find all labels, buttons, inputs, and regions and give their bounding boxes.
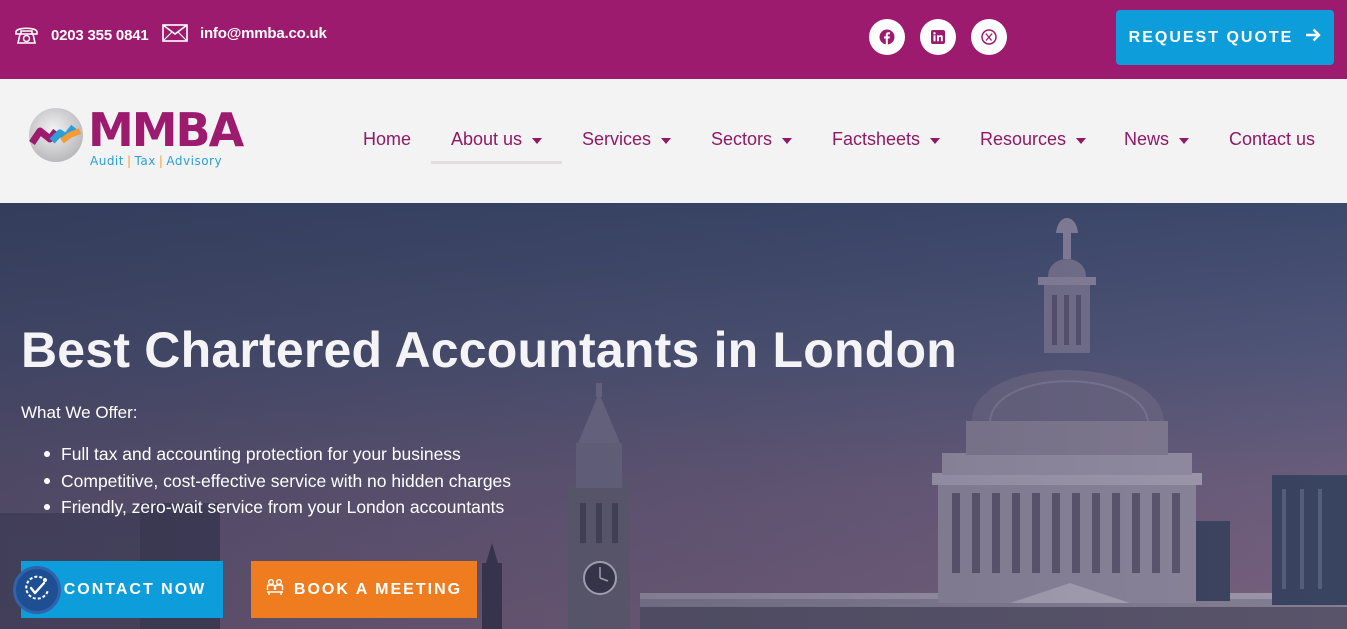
list-item: Full tax and accounting protection for y… <box>21 443 511 470</box>
logo-tagline: Audit | Tax | Advisory <box>90 154 223 168</box>
facebook-icon <box>879 29 895 45</box>
nav-item-resources[interactable]: Resources <box>980 129 1087 150</box>
nav-item-label: News <box>1124 129 1170 149</box>
book-meeting-label: BOOK A MEETING <box>293 580 463 598</box>
caret-down-icon <box>930 137 941 144</box>
hero-title: Best Chartered Accountants in London <box>21 322 957 378</box>
hero-section: Best Chartered Accountants in London Wha… <box>0 203 1347 629</box>
top-bar: 0203 355 0841 info@mmba.co.uk REQUEST QU… <box>0 0 1347 79</box>
tagline-audit: Audit <box>90 154 124 168</box>
nav-item-label: Contact us <box>1229 129 1316 149</box>
phone-icon <box>14 24 39 46</box>
linkedin-link[interactable] <box>920 19 956 55</box>
nav-item-services[interactable]: Services <box>582 129 672 150</box>
caret-down-icon <box>1076 137 1087 144</box>
nav-active-indicator <box>431 161 562 164</box>
nav-item-contact-us[interactable]: Contact us <box>1229 129 1315 150</box>
book-meeting-button[interactable]: BOOK A MEETING <box>251 561 477 618</box>
list-item: Competitive, cost-effective service with… <box>21 470 511 497</box>
phone-contact[interactable]: 0203 355 0841 <box>14 24 149 46</box>
x-twitter-link[interactable] <box>971 19 1007 55</box>
nav-item-label: Home <box>363 129 412 149</box>
nav-item-news[interactable]: News <box>1124 129 1190 150</box>
logo-wordmark: MMBA <box>88 103 244 157</box>
nav-item-label: Resources <box>980 129 1067 149</box>
phone-number: 0203 355 0841 <box>51 26 149 44</box>
caret-down-icon <box>661 137 672 144</box>
email-address: info@mmba.co.uk <box>200 24 327 42</box>
nav-item-label: Services <box>582 129 652 149</box>
people-meeting-icon <box>266 578 284 601</box>
nav-item-factsheets[interactable]: Factsheets <box>832 129 941 150</box>
tagline-tax: Tax <box>134 154 156 168</box>
nav-item-label: Factsheets <box>832 129 921 149</box>
offer-heading: What We Offer: <box>21 403 138 422</box>
list-item: Friendly, zero-wait service from your Lo… <box>21 496 511 523</box>
tagline-advisory: Advisory <box>166 154 223 168</box>
nav-item-label: About us <box>451 129 523 149</box>
caret-down-icon <box>782 137 793 144</box>
caret-down-icon <box>532 137 543 144</box>
site-header: MMBA Audit | Tax | Advisory Home About us Se… <box>0 79 1347 203</box>
nav-item-about-us[interactable]: About us <box>451 129 543 150</box>
linkedin-icon <box>931 30 945 44</box>
nav-item-sectors[interactable]: Sectors <box>711 129 793 150</box>
caret-down-icon <box>1179 137 1190 144</box>
nav-item-label: Sectors <box>711 129 773 149</box>
arrow-right-icon <box>1305 28 1322 47</box>
facebook-link[interactable] <box>869 19 905 55</box>
logo-mark-icon <box>28 107 84 168</box>
mmba-logo[interactable]: MMBA Audit | Tax | Advisory <box>28 103 244 173</box>
request-quote-button[interactable]: REQUEST QUOTE <box>1116 10 1334 65</box>
request-quote-label: REQUEST QUOTE <box>1128 28 1294 46</box>
x-twitter-icon <box>981 29 997 45</box>
accessibility-icon <box>22 573 52 608</box>
email-contact[interactable]: info@mmba.co.uk <box>162 24 327 42</box>
contact-now-label: CONTACT NOW <box>63 580 207 598</box>
offer-list: Full tax and accounting protection for y… <box>21 443 511 523</box>
nav-item-home[interactable]: Home <box>363 129 411 150</box>
accessibility-button[interactable] <box>13 566 61 614</box>
envelope-icon <box>162 24 188 42</box>
